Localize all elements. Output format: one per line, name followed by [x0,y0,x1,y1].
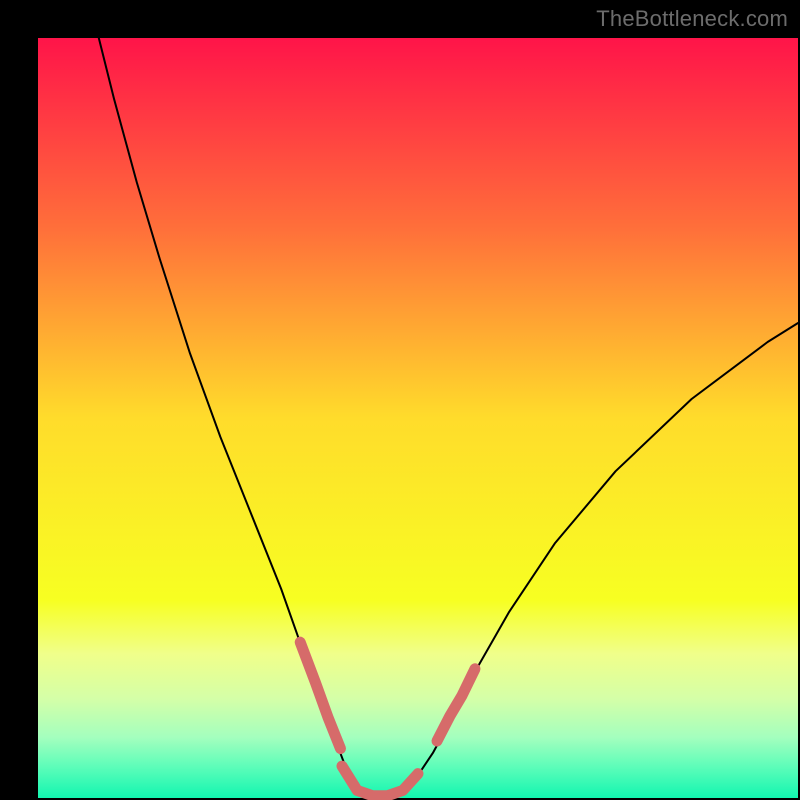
watermark-text: TheBottleneck.com [596,6,788,32]
chart-container: TheBottleneck.com [0,0,800,800]
chart-svg [0,0,800,800]
plot-background [38,38,798,798]
